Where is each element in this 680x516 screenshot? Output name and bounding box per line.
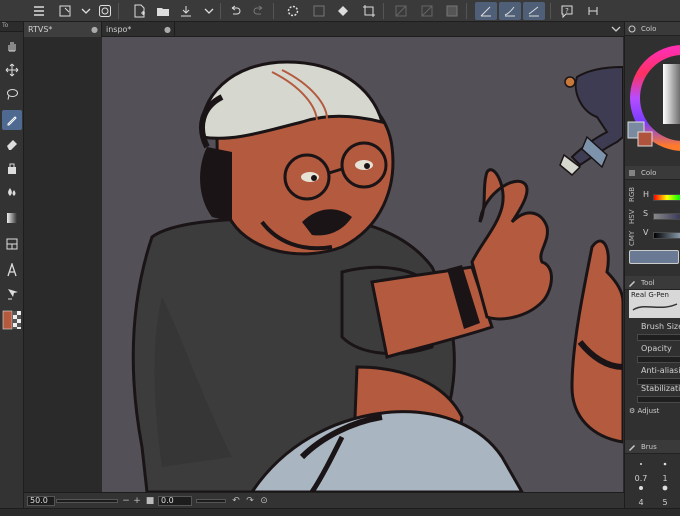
close-icon[interactable]: ●	[91, 22, 98, 37]
toolbar-separator	[383, 3, 384, 19]
zoom-slider[interactable]	[56, 499, 118, 503]
help-icon[interactable]: ?	[558, 2, 576, 20]
new-file-icon[interactable]	[130, 2, 148, 20]
top-toolbar: ?	[0, 0, 680, 22]
color-swatches[interactable]	[2, 310, 22, 330]
crop-icon[interactable]	[360, 2, 378, 20]
tab-rtvs[interactable]: RTVS* ●	[24, 22, 102, 37]
hand-tool-icon[interactable]	[2, 36, 22, 56]
saturation-label: S	[643, 209, 649, 218]
color-preview	[629, 250, 679, 264]
sub-color-swatch	[637, 131, 653, 147]
fill-icon[interactable]	[334, 2, 352, 20]
brush-size-panel-header[interactable]: Brus	[625, 440, 680, 454]
new-canvas-icon[interactable]	[56, 2, 74, 20]
stabilizer-2-icon[interactable]	[499, 2, 521, 20]
grid-icon[interactable]	[392, 2, 410, 20]
rotate-right-icon[interactable]: ↷	[244, 495, 256, 507]
value-label: V	[643, 228, 649, 237]
brush-preview: Real G-Pen	[629, 290, 680, 318]
zoom-field[interactable]: 50.0	[27, 496, 55, 506]
saturation-slider[interactable]	[653, 213, 680, 220]
text-tool-icon[interactable]	[2, 260, 22, 280]
tool-panel-tab[interactable]: To	[0, 22, 23, 32]
fit-icon[interactable]: ■	[144, 495, 156, 507]
anti-aliasing-label: Anti-aliasing	[641, 366, 680, 375]
pen-icon	[629, 281, 635, 287]
canvas[interactable]	[102, 37, 623, 492]
move-tool-icon[interactable]	[2, 60, 22, 80]
status-bar: 50.0 − + ■ 0.0 ↶ ↷ ⊙	[24, 492, 624, 508]
rotate-left-icon[interactable]: ↶	[230, 495, 242, 507]
settings-icon[interactable]: ⚙	[629, 407, 635, 415]
hue-label: H	[643, 190, 650, 199]
quick-access-icon[interactable]	[96, 2, 114, 20]
tab-rgb[interactable]: RGB	[628, 182, 636, 202]
tab-cmy[interactable]: CMY	[628, 226, 636, 246]
undo-icon[interactable]	[226, 2, 244, 20]
close-icon[interactable]: ●	[164, 22, 171, 37]
opacity-slider[interactable]	[637, 356, 680, 363]
svg-text:?: ?	[565, 7, 569, 15]
tab-label: inspo*	[106, 25, 132, 34]
zoom-in-icon[interactable]: +	[131, 495, 143, 507]
tool-property-panel-header[interactable]: Tool	[625, 276, 680, 290]
dropdown-icon[interactable]	[77, 2, 95, 20]
reset-rotation-icon[interactable]: ⊙	[258, 495, 270, 507]
toolbar-separator	[466, 3, 467, 19]
color-wheel-icon	[628, 25, 636, 33]
open-folder-icon[interactable]	[154, 2, 172, 20]
gradient-tool-icon[interactable]	[2, 208, 22, 228]
account-icon[interactable]	[584, 2, 602, 20]
stabilizer-3-icon[interactable]	[523, 2, 545, 20]
bottom-edge	[0, 508, 680, 516]
redo-icon[interactable]	[250, 2, 268, 20]
color-wheel[interactable]	[625, 36, 680, 164]
tab-label: RTVS*	[28, 25, 53, 34]
stabilization-label: Stabilization	[641, 384, 680, 393]
color-slider-icon	[629, 170, 635, 176]
hue-slider[interactable]	[653, 194, 680, 201]
toolbar-separator	[550, 3, 551, 19]
chevron-down-icon[interactable]	[611, 24, 621, 34]
brush-size-dots	[639, 462, 668, 491]
opacity-label: Opacity	[641, 344, 672, 353]
color-wheel-panel-header[interactable]: Colo	[625, 22, 680, 36]
save-icon[interactable]	[177, 2, 195, 20]
transform-icon[interactable]	[310, 2, 328, 20]
toolbar-separator	[118, 3, 119, 19]
brush-size-slider[interactable]	[637, 334, 680, 341]
toolbar-separator	[273, 3, 274, 19]
layer-icon[interactable]	[418, 2, 436, 20]
blend-tool-icon[interactable]	[2, 182, 22, 202]
export-icon[interactable]	[200, 2, 218, 20]
value-slider[interactable]	[653, 232, 680, 239]
frame-tool-icon[interactable]	[2, 234, 22, 254]
toolbar-separator	[220, 3, 221, 19]
document-tabs: RTVS* ● inspo* ●	[24, 22, 624, 37]
tab-hsv[interactable]: HSV	[628, 204, 636, 225]
right-panel-dock: Colo Colo RGB HSV CMY H S V Tool Real G-…	[624, 22, 680, 508]
angle-slider[interactable]	[196, 499, 226, 503]
tab-inspo[interactable]: inspo* ●	[102, 22, 175, 37]
illustration	[131, 60, 623, 492]
adjust-row[interactable]: ⚙ Adjust	[629, 407, 659, 415]
brush-size-label: Brush Size	[641, 322, 680, 331]
fill-bucket-tool-icon[interactable]	[2, 158, 22, 178]
loading-spinner-icon[interactable]	[284, 2, 302, 20]
mask-icon[interactable]	[443, 2, 461, 20]
angle-field[interactable]: 0.0	[158, 496, 192, 506]
color-slider-panel-header[interactable]: Colo	[625, 166, 680, 180]
lasso-tool-icon[interactable]	[2, 84, 22, 104]
operation-tool-icon[interactable]	[2, 284, 22, 304]
tool-panel: To	[0, 22, 24, 516]
pen-tool-icon[interactable]	[2, 110, 22, 130]
stabilization-slider[interactable]	[637, 396, 680, 403]
stabilizer-1-icon[interactable]	[475, 2, 497, 20]
eraser-tool-icon[interactable]	[2, 134, 22, 154]
menu-icon[interactable]	[30, 2, 48, 20]
brush-icon	[629, 445, 635, 451]
sub-tool-strip	[24, 37, 102, 492]
